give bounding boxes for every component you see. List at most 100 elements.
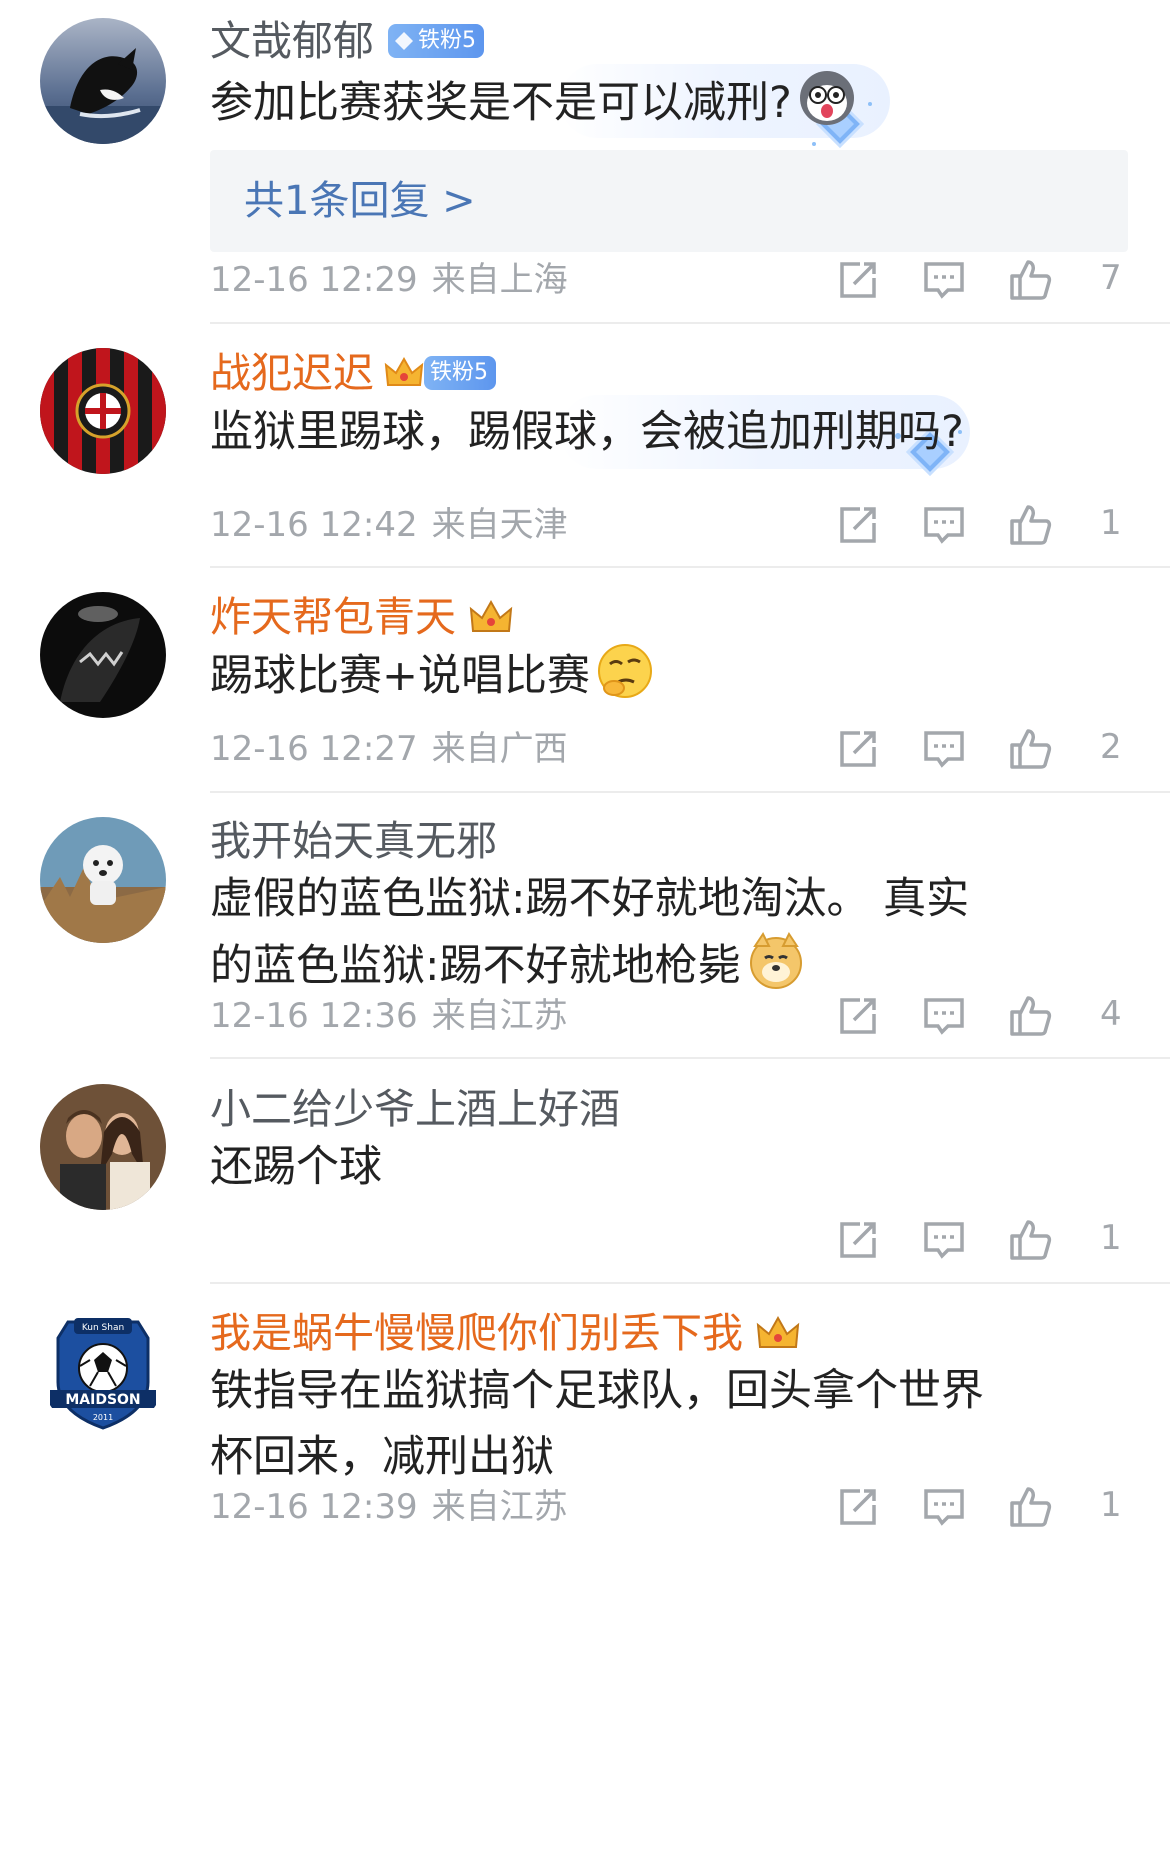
ac-milan-avatar <box>40 348 166 474</box>
dark-creature-avatar <box>40 592 166 718</box>
reply-button[interactable] <box>920 256 968 308</box>
comment-icon <box>924 1222 964 1259</box>
dog-city-avatar <box>40 817 166 943</box>
user-avatar[interactable]: Kun Shan MAIDSON 2011 <box>40 1308 166 1434</box>
comment-date: 12-16 12:29 <box>210 260 418 300</box>
replies-box[interactable]: 共1条回复 > <box>210 150 1128 252</box>
like-count: 2 <box>1100 727 1122 767</box>
share-icon <box>840 731 876 767</box>
comment-date: 12-16 12:27 <box>210 729 418 769</box>
comment-date: 12-16 12:36 <box>210 996 418 1036</box>
crown-icon <box>469 599 513 632</box>
reply-button[interactable] <box>920 725 968 777</box>
username-text[interactable]: 炸天帮包青天 <box>210 592 456 642</box>
comment-body: 踢球比赛+说唱比赛 <box>210 651 591 701</box>
comment-text: 踢球比赛+说唱比赛 <box>210 642 1120 709</box>
username[interactable]: 战犯迟迟 铁粉5 <box>210 348 496 398</box>
orca-avatar <box>40 18 166 144</box>
view-replies-link[interactable]: 共1条回复 > <box>244 176 476 226</box>
share-icon <box>840 507 876 543</box>
thumbs-up-icon <box>1010 1220 1052 1260</box>
maidson-badge-avatar: Kun Shan MAIDSON 2011 <box>40 1308 166 1434</box>
like-button[interactable] <box>1006 501 1054 553</box>
divider <box>210 322 1170 324</box>
like-button[interactable] <box>1006 725 1054 777</box>
comment-body: 虚假的蓝色监狱:踢不好就地淘汰。 真实的蓝色监狱:踢不好就地枪毙 <box>210 874 970 991</box>
user-avatar[interactable] <box>40 592 166 718</box>
comment-text: 还踢个球 <box>210 1134 1120 1200</box>
user-avatar[interactable] <box>40 18 166 144</box>
username-text[interactable]: 我开始天真无邪 <box>210 816 497 866</box>
comment-meta: 12-16 12:42 来自天津 <box>210 503 568 547</box>
username[interactable]: 炸天帮包青天 <box>210 592 514 642</box>
comment-actions: 1 <box>830 1216 1130 1276</box>
like-button[interactable] <box>1006 256 1054 308</box>
reply-button[interactable] <box>920 1216 968 1268</box>
share-icon <box>840 1222 876 1258</box>
badge-label: 铁粉5 <box>430 360 488 385</box>
thumbs-up-icon <box>1010 729 1052 769</box>
user-avatar[interactable] <box>40 817 166 943</box>
username-text[interactable]: 小二给少爷上酒上好酒 <box>210 1084 620 1134</box>
divider <box>210 791 1170 793</box>
like-button[interactable] <box>1006 1483 1054 1535</box>
like-count: 1 <box>1100 1485 1122 1525</box>
share-button[interactable] <box>834 501 882 553</box>
divider <box>210 1057 1170 1059</box>
share-button[interactable] <box>834 725 882 777</box>
username[interactable]: 我是蜗牛慢慢爬你们别丢下我 <box>210 1308 801 1358</box>
doge-emoji <box>749 932 802 989</box>
fan-badge[interactable]: 铁粉5 <box>388 24 484 58</box>
avatar-main-text: MAIDSON <box>65 1392 140 1408</box>
comment-text: 铁指导在监狱搞个足球队，回头拿个世界杯回来，减刑出狱 <box>210 1358 1000 1490</box>
share-button[interactable] <box>834 1483 882 1535</box>
username[interactable]: 我开始天真无邪 <box>210 816 497 866</box>
comment-actions: 2 <box>830 725 1130 785</box>
like-count: 4 <box>1100 994 1122 1034</box>
share-button[interactable] <box>834 256 882 308</box>
comment-meta <box>210 1218 224 1262</box>
reply-button[interactable] <box>920 1483 968 1535</box>
comment-body: 监狱里踢球，踢假球，会被追加刑期吗? <box>210 407 964 457</box>
username[interactable]: 文哉郁郁 铁粉5 <box>210 16 484 66</box>
username[interactable]: 小二给少爷上酒上好酒 <box>210 1084 620 1134</box>
fan-badge[interactable]: 铁粉5 <box>424 356 496 390</box>
like-button[interactable] <box>1006 1216 1054 1268</box>
reply-button[interactable] <box>920 992 968 1044</box>
crown-icon <box>756 1315 800 1348</box>
comment-location: 来自江苏 <box>431 996 568 1036</box>
comment-meta: 12-16 12:29 来自上海 <box>210 258 568 302</box>
like-button[interactable] <box>1006 992 1054 1044</box>
comment-icon <box>924 262 964 299</box>
username-text[interactable]: 我是蜗牛慢慢爬你们别丢下我 <box>210 1308 743 1358</box>
comment-actions: 7 <box>830 256 1130 316</box>
username-text[interactable]: 战犯迟迟 <box>210 348 374 398</box>
comment-actions: 1 <box>830 501 1130 561</box>
user-avatar[interactable] <box>40 1084 166 1210</box>
username-text[interactable]: 文哉郁郁 <box>210 16 374 66</box>
reply-button[interactable] <box>920 501 968 553</box>
like-count: 1 <box>1100 1218 1122 1258</box>
comment-date: 12-16 12:39 <box>210 1487 418 1527</box>
user-avatar[interactable] <box>40 348 166 474</box>
comment-location: 来自江苏 <box>431 1487 568 1527</box>
share-button[interactable] <box>834 1216 882 1268</box>
comment-meta: 12-16 12:36 来自江苏 <box>210 994 568 1038</box>
comment-icon <box>924 998 964 1035</box>
comment-icon <box>924 507 964 544</box>
like-count: 1 <box>1100 503 1122 543</box>
share-button[interactable] <box>834 992 882 1044</box>
comment-icon <box>924 731 964 768</box>
share-icon <box>840 1489 876 1525</box>
avatar-year-text: 2011 <box>93 1413 113 1422</box>
avatar-top-text: Kun Shan <box>82 1323 124 1333</box>
share-icon <box>840 998 876 1034</box>
comment-text: 虚假的蓝色监狱:踢不好就地淘汰。 真实的蓝色监狱:踢不好就地枪毙 <box>210 866 990 999</box>
couple-avatar <box>40 1084 166 1210</box>
shocked-husky-emoji <box>799 71 854 125</box>
comment-text: 监狱里踢球，踢假球，会被追加刑期吗? <box>210 399 1120 465</box>
thinking-face-emoji <box>598 644 653 698</box>
comment-meta: 12-16 12:39 来自江苏 <box>210 1485 568 1529</box>
divider <box>210 1282 1170 1284</box>
comment-actions: 1 <box>830 1483 1130 1543</box>
